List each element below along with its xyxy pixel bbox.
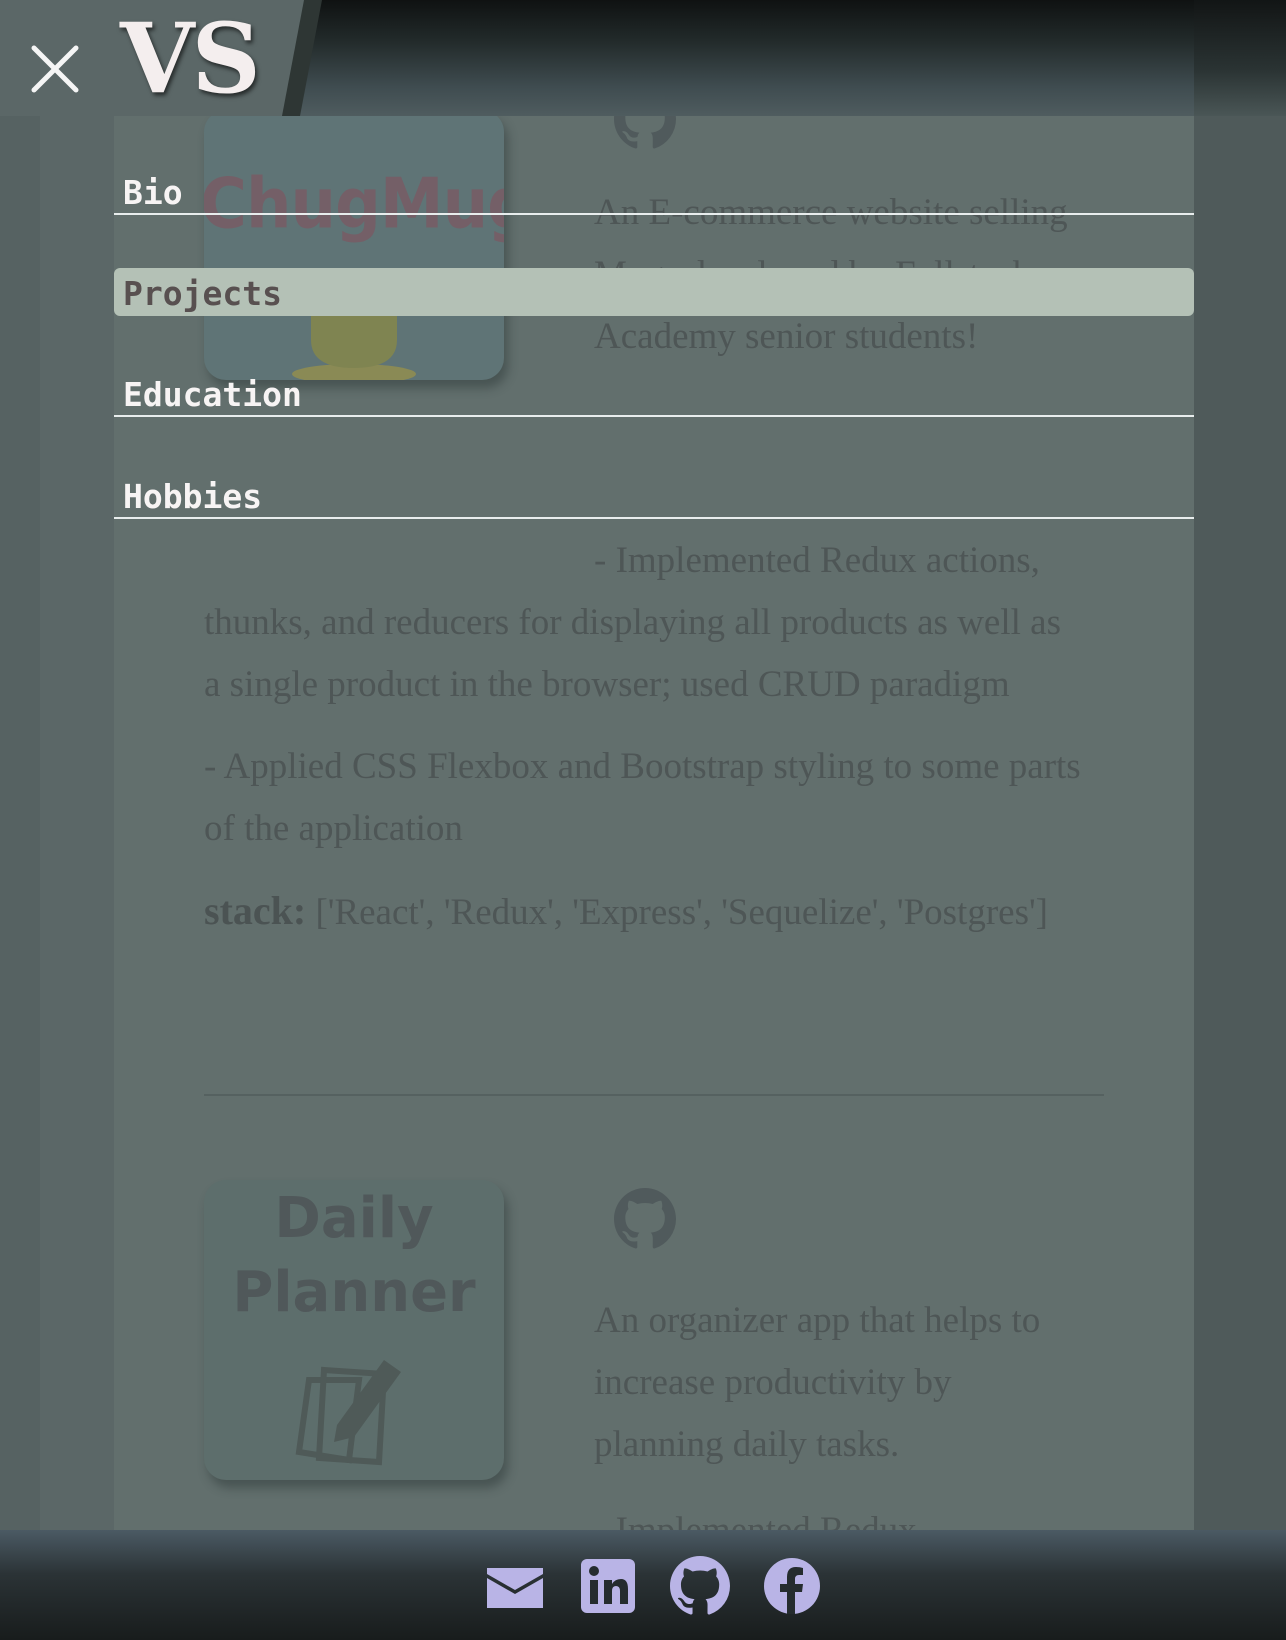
bullet-item: - Applied CSS Flexbox and Bootstrap styl… — [204, 746, 1081, 849]
thumbnail-title-line: Planner — [232, 1260, 476, 1325]
nav-item-education[interactable]: Education — [114, 367, 1194, 417]
nav-item-label: Hobbies — [123, 477, 263, 516]
nav-item-projects[interactable]: Projects — [114, 268, 1194, 316]
linkedin-icon[interactable] — [578, 1556, 638, 1616]
close-icon[interactable] — [28, 42, 82, 96]
nav-divider — [114, 517, 1194, 519]
page-background-left — [0, 0, 114, 1640]
project-thumbnail[interactable]: ChugMugs — [204, 110, 504, 380]
mail-icon[interactable] — [485, 1556, 545, 1616]
nav-item-hobbies[interactable]: Hobbies — [114, 469, 1194, 519]
footer-bar — [0, 1530, 1286, 1640]
project-divider — [204, 1094, 1104, 1096]
nav-item-bio[interactable]: Bio — [114, 165, 1194, 215]
stack-label: stack: — [204, 888, 307, 933]
github-icon[interactable] — [614, 1188, 676, 1250]
nav-divider — [114, 415, 1194, 417]
notepad-pencil-icon — [295, 1360, 401, 1466]
top-header: VS — [0, 0, 1286, 116]
stack-line: stack: ['React', 'Redux', 'Express', 'Se… — [204, 880, 1084, 944]
thumbnail-title: Daily Planner — [204, 1182, 504, 1330]
nav-item-label: Projects — [123, 274, 282, 313]
nav-item-label: Education — [123, 375, 302, 414]
thumbnail-title-line: Daily — [274, 1186, 434, 1251]
page-background-right — [1194, 0, 1286, 1640]
projects-content: ChugMugs An E-commerce website selling M… — [114, 0, 1194, 1640]
nav-divider — [114, 213, 1194, 215]
project-bullets: - Implemented Redux actions, thunks, and… — [204, 530, 1084, 964]
site-logo[interactable]: VS — [120, 2, 261, 115]
nav-item-label: Bio — [123, 173, 183, 212]
project-thumbnail[interactable]: Daily Planner — [204, 1180, 504, 1480]
header-right-shade — [1194, 0, 1286, 116]
bullet-item: - Implemented Redux actions, thunks, and… — [204, 540, 1061, 705]
stack-value: ['React', 'Redux', 'Express', 'Sequelize… — [315, 892, 1048, 933]
github-icon[interactable] — [670, 1556, 730, 1616]
project-description: An organizer app that helps to increase … — [594, 1300, 1041, 1465]
facebook-icon[interactable] — [762, 1556, 822, 1616]
